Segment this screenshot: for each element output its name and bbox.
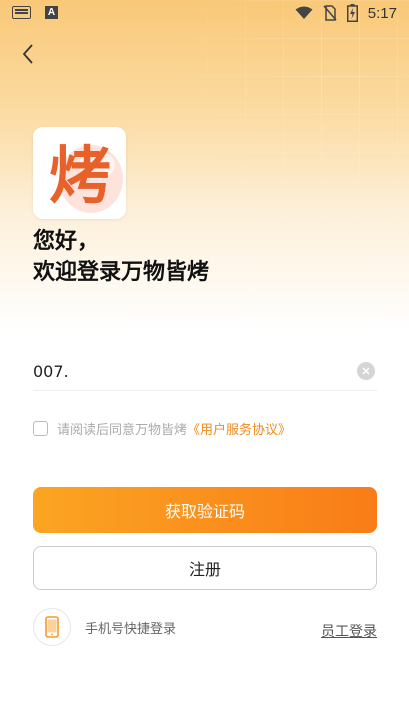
status-bar: A 5:17: [0, 0, 409, 28]
a-letter-icon: A: [45, 6, 58, 19]
phone-icon: [45, 616, 59, 638]
agreement-checkbox[interactable]: [33, 421, 48, 436]
logo-glyph: 烤: [49, 139, 111, 212]
clear-icon: [362, 367, 370, 375]
register-button[interactable]: 注册: [33, 546, 377, 590]
status-time: 5:17: [367, 4, 397, 22]
no-sim-icon: [323, 5, 337, 21]
app-logo: 烤: [33, 127, 126, 219]
back-button[interactable]: [14, 40, 42, 68]
quick-login-label: 手机号快捷登录: [85, 621, 177, 637]
get-code-button[interactable]: 获取验证码: [33, 487, 377, 533]
phone-field-row: [33, 352, 377, 391]
chevron-left-icon: [22, 44, 33, 64]
logo-graphic: 烤: [33, 127, 126, 219]
wifi-icon: [295, 6, 313, 19]
quick-login-circle: [33, 608, 71, 646]
greeting-line-1: 您好，: [33, 229, 100, 254]
greeting-line-2: 欢迎登录万物皆烤: [33, 260, 210, 285]
agreement-text: 请阅读后同意万物皆烤: [57, 423, 188, 438]
greeting: 您好， 欢迎登录万物皆烤: [33, 226, 209, 288]
battery-charging-icon: [346, 4, 358, 22]
quick-login-button[interactable]: 手机号快捷登录: [33, 608, 176, 646]
agreement-link[interactable]: 《用户服务协议》: [187, 419, 291, 438]
clear-button[interactable]: [357, 362, 375, 380]
phone-input[interactable]: [33, 361, 333, 381]
agreement-row: 请阅读后同意万物皆烤 《用户服务协议》: [33, 419, 291, 438]
keyboard-icon: [12, 6, 31, 19]
staff-login-link[interactable]: 员工登录: [321, 621, 377, 641]
